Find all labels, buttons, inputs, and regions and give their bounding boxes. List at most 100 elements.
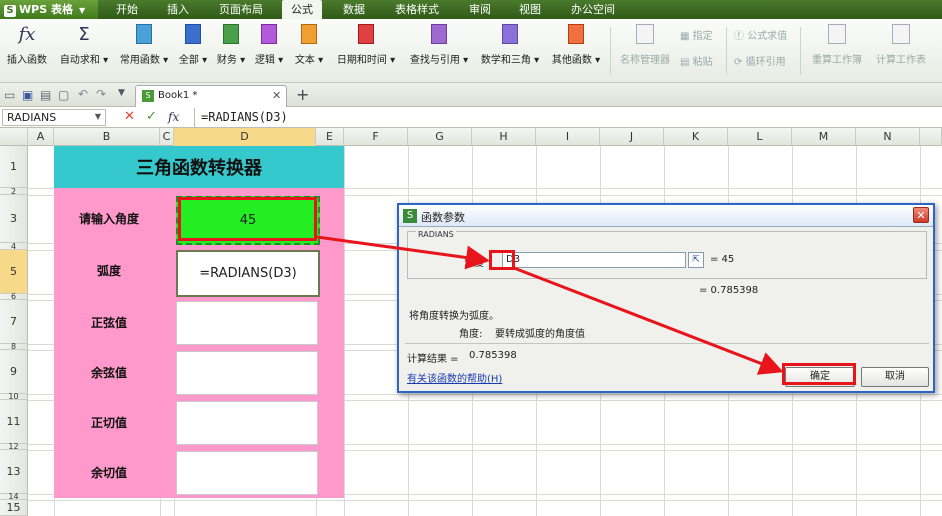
col-header-o[interactable] [920,128,942,146]
col-header-h[interactable]: H [472,128,536,146]
recalc-book-button[interactable]: 重算工作簿 [808,23,866,66]
dialog-title-bar[interactable]: S 函数参数 ✕ [399,205,933,227]
tab-office-space[interactable]: 办公空间 [562,0,624,19]
finance-functions-button[interactable]: 财务 ▾ [214,23,248,66]
row-header-11[interactable]: 11 [0,400,28,444]
formula-eval-button[interactable]: ⓕ 公式求值 [734,27,787,42]
row-header-2[interactable]: 2 [0,187,28,196]
col-header-b[interactable]: B [54,128,160,146]
row-header-3[interactable]: 3 [0,195,28,243]
redo-icon[interactable]: ↷ [96,87,106,101]
fx-icon: fx [18,23,36,45]
tab-table-style[interactable]: 表格样式 [386,0,448,19]
formula-input[interactable]: =RADIANS(D3) [194,108,942,127]
row-header-1[interactable]: 1 [0,146,28,188]
row-header-5[interactable]: 5 [0,250,28,294]
name-box[interactable]: RADIANS ▼ [2,109,106,126]
tangent-value-cell[interactable] [176,401,318,445]
save-icon[interactable]: ▣ [22,88,33,102]
text-functions-button[interactable]: 文本 ▾ [292,23,326,66]
confirm-check-icon[interactable]: ✓ [146,109,157,124]
cosine-value-cell[interactable] [176,351,318,395]
radian-label: 弧度 [96,264,121,278]
col-header-e[interactable]: E [316,128,344,146]
col-header-f[interactable]: F [344,128,408,146]
book-lilac-icon [499,23,521,45]
assign-icon: ▦ [680,31,690,42]
cancel-button[interactable]: 取消 [861,367,929,387]
sine-value-cell[interactable] [176,301,318,345]
sigma-icon: Σ [78,23,90,45]
name-manager-icon [634,23,656,45]
col-header-i[interactable]: I [536,128,600,146]
tab-data[interactable]: 数据 [334,0,374,19]
collapse-dialog-icon[interactable]: ⇱ [688,252,704,268]
name-manager-button[interactable]: 名称管理器 [614,23,676,66]
select-all-corner[interactable] [0,128,28,146]
formula-bar: RADIANS ▼ ✕ ✓ fx =RADIANS(D3) [0,107,942,128]
col-header-k[interactable]: K [664,128,728,146]
fx-icon[interactable]: fx [168,110,179,124]
cosine-label: 余弦值 [90,366,127,380]
circular-ref-button[interactable]: ⟳ 循环引用 [734,53,786,68]
row-header-7[interactable]: 7 [0,300,28,344]
print-icon[interactable]: ▤ [40,88,51,102]
col-header-a[interactable]: A [28,128,54,146]
open-folder-icon[interactable]: ▭ [4,88,15,102]
assign-button[interactable]: ▦ 指定 [680,27,713,42]
grid-line [344,146,345,516]
row-header-13[interactable]: 13 [0,450,28,494]
tab-review[interactable]: 审阅 [460,0,500,19]
chevron-down-icon[interactable]: ▼ [95,112,101,121]
tab-view[interactable]: 视图 [510,0,550,19]
datetime-functions-button[interactable]: 日期和时间 ▾ [332,23,400,66]
function-description: 将角度转换为弧度。 [409,311,499,322]
cancel-icon[interactable]: ✕ [124,109,135,124]
col-header-m[interactable]: M [792,128,856,146]
paste-name-button[interactable]: ▤ 粘贴 [680,53,713,68]
autosum-button[interactable]: Σ 自动求和 ▾ [56,23,112,67]
ribbon-divider [726,27,727,75]
col-header-l[interactable]: L [728,128,792,146]
math-functions-button[interactable]: 数学和三角 ▾ [476,23,544,66]
tab-insert[interactable]: 插入 [158,0,198,19]
tab-formula[interactable]: 公式 [282,0,322,19]
help-link[interactable]: 有关该函数的帮助(H) [407,370,502,385]
row-header-9[interactable]: 9 [0,350,28,394]
angle-argument-input[interactable]: D3 [502,252,686,268]
common-functions-button[interactable]: 常用函数 ▾ [116,23,172,66]
radian-formula-cell[interactable]: =RADIANS(D3) [176,250,320,297]
angle-label: 请输入角度 [78,212,139,226]
app-menu-button[interactable]: S WPS 表格 ▼ [0,0,98,19]
col-header-g[interactable]: G [408,128,472,146]
highlight-box [782,363,856,385]
insert-function-button[interactable]: fx 插入函数 [4,23,50,67]
cotangent-value-cell[interactable] [176,451,318,495]
col-header-c[interactable]: C [160,128,174,146]
col-header-n[interactable]: N [856,128,920,146]
recalc-sheet-button[interactable]: 计算工作表 [870,23,932,66]
all-functions-button[interactable]: 全部 ▾ [176,23,210,66]
book-icon [133,23,155,45]
cotangent-label: 余切值 [90,466,127,480]
preview-icon[interactable]: ▢ [58,88,69,102]
close-icon[interactable]: ✕ [913,207,929,223]
lookup-functions-button[interactable]: 查找与引用 ▾ [404,23,474,66]
row-header-4[interactable]: 4 [0,242,28,251]
undo-icon[interactable]: ↶ [78,87,88,101]
tab-home[interactable]: 开始 [106,0,148,19]
other-functions-button[interactable]: 其他函数 ▾ [546,23,606,66]
tab-book1[interactable]: S Book1 * ✕ [135,85,287,107]
col-header-j[interactable]: J [600,128,664,146]
logic-functions-button[interactable]: 逻辑 ▾ [252,23,286,66]
col-header-d[interactable]: D [174,128,316,146]
quick-access-dropdown-icon[interactable]: ▼ [118,88,125,98]
close-tab-icon[interactable]: ✕ [272,89,281,102]
new-tab-icon[interactable]: + [296,85,309,104]
converter-title[interactable]: 三角函数转换器 [54,146,344,188]
book-violet-icon [428,23,450,45]
tab-page-layout[interactable]: 页面布局 [210,0,272,19]
row-header-15[interactable]: 15 [0,500,28,516]
argument-description: 要转成弧度的角度值 [495,329,585,340]
ribbon-divider [610,27,611,75]
